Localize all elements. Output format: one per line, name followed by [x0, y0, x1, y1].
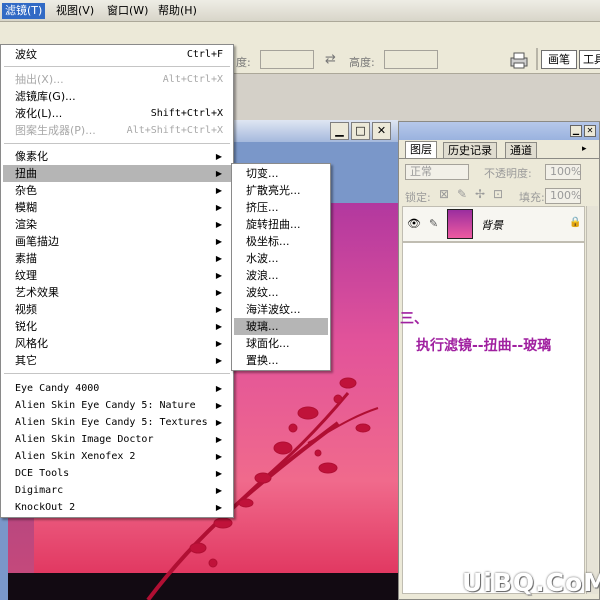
print-icon[interactable] [508, 50, 530, 70]
submenu-item-polar-coordinates[interactable]: 极坐标... [234, 233, 328, 250]
brushes-tab[interactable]: 画笔 [541, 50, 577, 69]
menu-separator [4, 373, 230, 374]
menu-item-eye-candy-5-textures[interactable]: Alien Skin Eye Candy 5: Textures ▶ [3, 414, 231, 431]
lock-all-icon[interactable]: ⊡ [493, 187, 503, 201]
menu-filter[interactable]: 滤镜(T) [2, 3, 46, 19]
menu-item-dce-tools[interactable]: DCE Tools ▶ [3, 465, 231, 482]
menu-window[interactable]: 窗口(W) [104, 3, 151, 19]
step-number: 三、 [400, 311, 428, 327]
menu-item-other[interactable]: 其它 ▶ [3, 352, 231, 369]
menu-item-noise[interactable]: 杂色 ▶ [3, 182, 231, 199]
panel-minimize-icon[interactable]: ▁ [570, 125, 582, 137]
submenu-item-wave[interactable]: 波浪... [234, 267, 328, 284]
menu-item-filter-gallery[interactable]: 滤镜库(G)... [3, 88, 231, 105]
width-label: 度: [236, 56, 251, 69]
step-instruction: 执行滤镜--扭曲--玻璃 [416, 338, 552, 354]
brush-icon: ✎ [429, 217, 439, 230]
lock-pixels-icon[interactable]: ✎ [457, 187, 467, 201]
tab-channels[interactable]: 通道 [505, 142, 537, 158]
layers-panel: ▁ ✕ 图层 历史记录 通道 ▸ 正常 不透明度: 100% 锁定: ⊠ ✎ ✢… [398, 121, 600, 600]
menu-item-brush-strokes[interactable]: 画笔描边 ▶ [3, 233, 231, 250]
fill-field[interactable]: 100% [545, 188, 581, 204]
panel-titlebar: ▁ ✕ [399, 122, 599, 140]
lock-label: 锁定: [405, 191, 431, 204]
distort-submenu: 切变... 扩散亮光... 挤压... 旋转扭曲... 极坐标... 水波...… [231, 163, 331, 371]
menu-item-extract[interactable]: 抽出(X)... Alt+Ctrl+X [3, 71, 231, 88]
filter-menu: 波纹 Ctrl+F 抽出(X)... Alt+Ctrl+X 滤镜库(G)... … [0, 44, 234, 518]
submenu-item-diffuse-glow[interactable]: 扩散亮光... [234, 182, 328, 199]
tab-divider [399, 158, 599, 159]
height-label: 高度: [349, 56, 375, 69]
blend-mode-select[interactable]: 正常 [405, 164, 469, 180]
menu-separator [4, 66, 230, 67]
close-icon[interactable]: ✕ [372, 122, 391, 140]
menu-item-digimarc[interactable]: Digimarc ▶ [3, 482, 231, 499]
menu-item-artistic[interactable]: 艺术效果 ▶ [3, 284, 231, 301]
menu-item-image-doctor[interactable]: Alien Skin Image Doctor ▶ [3, 431, 231, 448]
tab-history[interactable]: 历史记录 [443, 142, 497, 158]
tab-layers[interactable]: 图层 [405, 141, 437, 158]
submenu-item-spherize[interactable]: 球面化... [234, 335, 328, 352]
menu-help[interactable]: 帮助(H) [155, 3, 200, 19]
menu-item-render[interactable]: 渲染 ▶ [3, 216, 231, 233]
watermark-logo: UiBQ.CoM [462, 568, 600, 597]
menu-separator [4, 143, 230, 144]
opacity-field[interactable]: 100% [545, 164, 581, 180]
menu-item-pattern-maker[interactable]: 图案生成器(P)... Alt+Shift+Ctrl+X [3, 122, 231, 139]
submenu-item-pinch[interactable]: 挤压... [234, 199, 328, 216]
lock-position-icon[interactable]: ✢ [475, 187, 485, 201]
submenu-item-ocean-ripple[interactable]: 海洋波纹... [234, 301, 328, 318]
menu-item-distort[interactable]: 扭曲 ▶ [3, 165, 231, 182]
menu-item-pixelate[interactable]: 像素化 ▶ [3, 148, 231, 165]
menu-item-last-filter[interactable]: 波纹 Ctrl+F [3, 46, 231, 63]
height-field[interactable] [384, 50, 438, 69]
menu-item-knockout-2[interactable]: KnockOut 2 ▶ [3, 499, 231, 516]
width-field[interactable] [260, 50, 314, 69]
menu-item-stylize[interactable]: 风格化 ▶ [3, 335, 231, 352]
menu-item-sketch[interactable]: 素描 ▶ [3, 250, 231, 267]
layer-row[interactable]: 👁 ✎ 背景 🔒 [402, 206, 585, 242]
submenu-item-twirl[interactable]: 旋转扭曲... [234, 216, 328, 233]
submenu-item-ripple[interactable]: 波纹... [234, 284, 328, 301]
menu-item-texture[interactable]: 纹理 ▶ [3, 267, 231, 284]
menu-view[interactable]: 视图(V) [53, 3, 97, 19]
divider [536, 48, 538, 70]
menu-bar: 滤镜(T) 视图(V) 窗口(W) 帮助(H) [0, 0, 600, 22]
submenu-item-displace[interactable]: 置换... [234, 352, 328, 369]
swap-icon[interactable]: ⇄ [325, 52, 336, 67]
menu-item-video[interactable]: 视频 ▶ [3, 301, 231, 318]
submenu-item-zigzag[interactable]: 水波... [234, 250, 328, 267]
submenu-item-shear[interactable]: 切变... [234, 165, 328, 182]
menu-item-sharpen[interactable]: 锐化 ▶ [3, 318, 231, 335]
menu-item-eye-candy-5-nature[interactable]: Alien Skin Eye Candy 5: Nature ▶ [3, 397, 231, 414]
layer-thumbnail [447, 209, 473, 239]
lock-transparent-icon[interactable]: ⊠ [439, 187, 449, 201]
menu-item-eye-candy-4000[interactable]: Eye Candy 4000 ▶ [3, 380, 231, 397]
layers-scrollbar[interactable] [586, 206, 598, 594]
lock-icon: 🔒 [569, 217, 582, 228]
menu-item-liquify[interactable]: 液化(L)... Shift+Ctrl+X [3, 105, 231, 122]
layer-list-area [402, 242, 585, 594]
submenu-item-glass[interactable]: 玻璃... [234, 318, 328, 335]
opacity-label: 不透明度: [484, 167, 532, 180]
layer-name: 背景 [481, 219, 503, 232]
minimize-icon[interactable]: ▁ [330, 122, 349, 140]
tools-tab[interactable]: 工具 [579, 50, 600, 69]
panel-close-icon[interactable]: ✕ [584, 125, 596, 137]
menu-item-xenofex-2[interactable]: Alien Skin Xenofex 2 ▶ [3, 448, 231, 465]
fill-label: 填充: [519, 191, 545, 204]
eye-icon[interactable]: 👁 [407, 217, 421, 230]
menu-item-blur[interactable]: 模糊 ▶ [3, 199, 231, 216]
panel-menu-icon[interactable]: ▸ [582, 144, 587, 154]
maximize-icon[interactable]: □ [351, 122, 370, 140]
